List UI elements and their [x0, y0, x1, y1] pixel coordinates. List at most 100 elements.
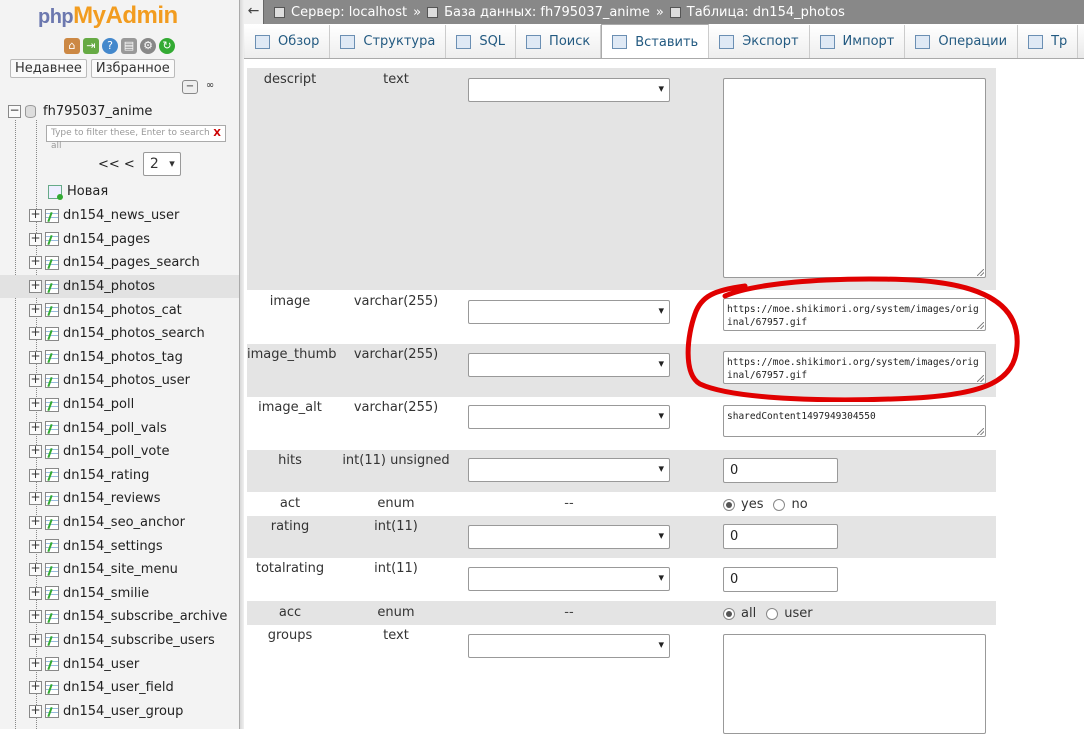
value-textarea[interactable]: [723, 634, 986, 734]
table-name[interactable]: dn154_seo_anchor: [63, 515, 185, 530]
expand-node-icon[interactable]: +: [29, 232, 42, 246]
sidebar-table-item[interactable]: + dn154_photos_tag: [0, 346, 239, 370]
sidebar-table-item[interactable]: + dn154_smilie: [0, 582, 239, 606]
table-name[interactable]: dn154_poll_vote: [63, 444, 169, 459]
expand-node-icon[interactable]: +: [29, 539, 42, 553]
value-textarea[interactable]: [723, 78, 986, 278]
tab-search[interactable]: Поиск: [516, 25, 602, 58]
sidebar-resizer[interactable]: [240, 0, 244, 729]
radio-all[interactable]: [723, 607, 735, 620]
recent-tables-tab[interactable]: Недавнее: [10, 59, 87, 78]
table-name[interactable]: dn154_photos_tag: [63, 350, 183, 365]
clear-filter-icon[interactable]: X: [213, 127, 221, 140]
table-icon[interactable]: [45, 657, 59, 672]
value-textarea[interactable]: https://moe.shikimori.org/system/images/…: [723, 298, 986, 331]
table-filter-input[interactable]: Type to filter these, Enter to search al…: [46, 125, 226, 151]
function-select[interactable]: [468, 78, 670, 102]
table-icon[interactable]: [45, 326, 59, 341]
table-name[interactable]: dn154_news_user: [63, 208, 179, 223]
table-icon[interactable]: [45, 350, 59, 365]
expand-node-icon[interactable]: +: [29, 208, 42, 223]
sidebar-table-item[interactable]: + dn154_photos: [0, 274, 239, 299]
tab-import[interactable]: Импорт: [809, 25, 906, 58]
function-select[interactable]: [468, 634, 670, 658]
tab-insert[interactable]: Вставить: [601, 24, 710, 58]
table-icon[interactable]: [45, 397, 59, 412]
table-icon[interactable]: [45, 586, 59, 601]
table-name[interactable]: dn154_poll_vals: [63, 421, 167, 436]
expand-node-icon[interactable]: +: [29, 326, 42, 341]
home-icon[interactable]: ⌂: [64, 38, 80, 54]
expand-node-icon[interactable]: +: [29, 444, 42, 459]
table-name[interactable]: dn154_user_group: [63, 704, 183, 719]
settings-gear-icon[interactable]: ⚙: [140, 38, 156, 54]
expand-node-icon[interactable]: +: [29, 373, 42, 388]
tab-structure[interactable]: Структура: [330, 25, 447, 58]
function-select[interactable]: [468, 458, 670, 482]
table-name[interactable]: dn154_subscribe_archive: [63, 609, 227, 624]
table-icon[interactable]: [45, 491, 59, 506]
expand-node-icon[interactable]: +: [29, 562, 42, 577]
breadcrumb-table[interactable]: Таблица: dn154_photos: [687, 5, 845, 20]
tab-export[interactable]: Экспорт: [709, 25, 810, 58]
table-icon[interactable]: [45, 279, 59, 294]
table-name[interactable]: dn154_photos: [63, 279, 155, 294]
function-select[interactable]: [468, 525, 670, 549]
phpmyadmin-logo[interactable]: phpMyAdmin: [38, 2, 178, 30]
table-icon[interactable]: [45, 468, 59, 483]
database-name[interactable]: fh795037_anime: [43, 104, 152, 119]
value-input[interactable]: 0: [723, 458, 838, 483]
sidebar-table-item[interactable]: + dn154_photos_search: [0, 322, 239, 346]
expand-node-icon[interactable]: +: [29, 468, 42, 482]
sidebar-table-item[interactable]: + dn154_photos_cat: [0, 298, 239, 322]
collapse-sidebar-arrow-icon[interactable]: ←: [244, 0, 264, 24]
table-icon[interactable]: [45, 232, 59, 247]
expand-node-icon[interactable]: +: [29, 680, 42, 695]
value-input[interactable]: 0: [723, 524, 838, 549]
table-name[interactable]: dn154_rating: [63, 468, 149, 483]
breadcrumb-database[interactable]: База данных: fh795037_anime: [444, 5, 650, 20]
sidebar-table-item[interactable]: + dn154_photos_user: [0, 369, 239, 393]
database-node[interactable]: − fh795037_anime: [8, 104, 152, 119]
function-select[interactable]: [468, 300, 670, 324]
sidebar-table-item[interactable]: + dn154_rating: [0, 464, 239, 488]
table-icon[interactable]: [45, 444, 59, 459]
sidebar-table-item[interactable]: + dn154_pages: [0, 228, 239, 252]
table-icon[interactable]: [45, 704, 59, 719]
table-name[interactable]: dn154_subscribe_users: [63, 633, 215, 648]
radio-user[interactable]: [766, 607, 779, 620]
table-name[interactable]: dn154_user: [63, 657, 139, 672]
tab-sql[interactable]: SQL: [446, 25, 517, 58]
table-icon[interactable]: [45, 255, 59, 270]
sidebar-table-item[interactable]: + dn154_pages_search: [0, 251, 239, 275]
function-select[interactable]: [468, 567, 670, 591]
sidebar-table-item[interactable]: + dn154_poll_vote: [0, 440, 239, 464]
breadcrumb-server[interactable]: Сервер: localhost: [291, 5, 407, 20]
favorite-tables-tab[interactable]: Избранное: [90, 59, 175, 78]
table-name[interactable]: dn154_settings: [63, 539, 163, 554]
collapse-all-icon[interactable]: −: [182, 80, 198, 94]
tab-operations[interactable]: Операции: [905, 25, 1019, 58]
table-icon[interactable]: [45, 421, 59, 436]
sidebar-table-item[interactable]: + dn154_settings: [0, 534, 239, 558]
value-textarea[interactable]: sharedContent1497949304550: [723, 405, 986, 437]
sidebar-table-item[interactable]: + dn154_user_field: [0, 676, 239, 700]
logout-icon[interactable]: ⇥: [83, 38, 99, 54]
expand-node-icon[interactable]: +: [29, 279, 42, 294]
table-name[interactable]: dn154_pages: [63, 232, 150, 247]
value-input[interactable]: 0: [723, 567, 838, 592]
expand-node-icon[interactable]: +: [29, 255, 42, 270]
sidebar-table-item[interactable]: + dn154_subscribe_users: [0, 629, 239, 653]
link-with-main-icon[interactable]: ∞: [202, 80, 218, 94]
sidebar-table-item[interactable]: + dn154_site_menu: [0, 558, 239, 582]
expand-node-icon[interactable]: +: [29, 397, 42, 412]
expand-node-icon[interactable]: +: [29, 303, 42, 317]
table-icon[interactable]: [45, 633, 59, 648]
table-name[interactable]: dn154_user_field: [63, 680, 174, 695]
expand-node-icon[interactable]: +: [29, 491, 42, 506]
expand-node-icon[interactable]: +: [29, 633, 42, 647]
function-select[interactable]: [468, 405, 670, 429]
reload-icon[interactable]: ↻: [159, 38, 175, 54]
table-icon[interactable]: [45, 208, 59, 223]
table-icon[interactable]: [45, 373, 59, 388]
